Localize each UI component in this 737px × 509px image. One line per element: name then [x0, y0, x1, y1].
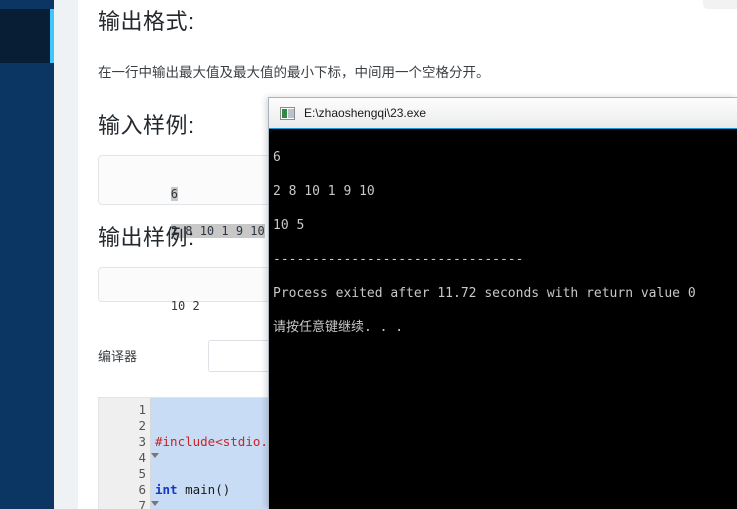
line-number: 4	[99, 449, 159, 466]
sidebar-spacer	[54, 0, 78, 509]
console-window-title: E:\zhaoshengqi\23.exe	[304, 106, 427, 120]
console-line: 10 5	[273, 218, 305, 233]
sidebar-active-item[interactable]	[0, 9, 50, 63]
line-number: 7	[99, 497, 159, 509]
console-line: 6	[273, 150, 281, 165]
console-output[interactable]: 6 2 8 10 1 9 10 10 5 -------------------…	[269, 129, 737, 509]
code-fold-icon[interactable]	[151, 500, 159, 506]
left-sidebar	[0, 0, 54, 509]
output-format-heading: 输出格式:	[98, 9, 195, 34]
code-fold-icon[interactable]	[151, 452, 159, 458]
screen-root: 输出格式: 在一行中输出最大值及最大值的最小下标，中间用一个空格分开。 输入样例…	[0, 0, 737, 509]
compiler-label: 编译器	[98, 349, 138, 365]
console-line: 请按任意键继续. . .	[273, 320, 404, 335]
input-sample-line-1: 6	[170, 187, 179, 202]
line-number-text: 7	[138, 497, 146, 509]
console-line: Process exited after 11.72 seconds with …	[273, 286, 696, 301]
console-app-icon	[280, 106, 295, 120]
top-right-chip	[703, 0, 737, 9]
output-sample-line-1: 10 2	[170, 299, 200, 314]
line-number: 5	[138, 465, 146, 481]
editor-line-number-gutter: 1 2 3 4 5 6 7	[99, 397, 159, 509]
line-number: 6	[138, 481, 146, 497]
console-window[interactable]: E:\zhaoshengqi\23.exe 6 2 8 10 1 9 10 10…	[268, 97, 737, 509]
line-number: 1	[138, 401, 146, 417]
line-number: 3	[138, 433, 146, 449]
output-format-description: 在一行中输出最大值及最大值的最小下标，中间用一个空格分开。	[98, 65, 490, 80]
line-number-text: 4	[138, 449, 146, 465]
line-number: 2	[138, 417, 146, 433]
console-line: 2 8 10 1 9 10	[273, 184, 375, 199]
console-titlebar[interactable]: E:\zhaoshengqi\23.exe	[269, 98, 737, 129]
console-line: --------------------------------	[273, 252, 524, 267]
